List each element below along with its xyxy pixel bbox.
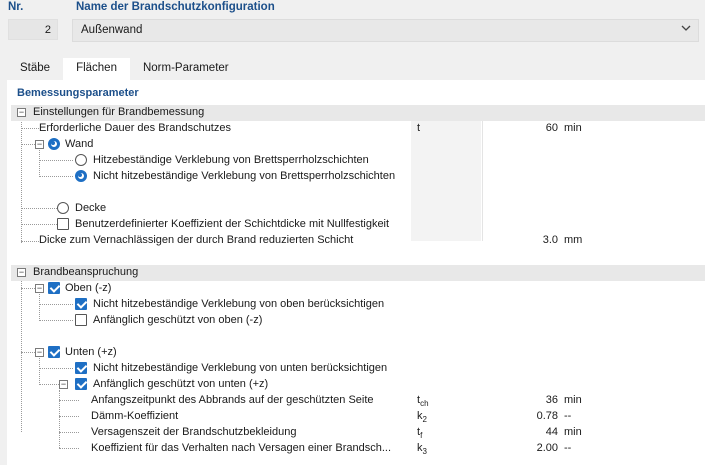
row-k2: Dämm-Koeffizient k2 0.78 --	[11, 409, 705, 425]
row-symbol: k2	[417, 410, 427, 425]
row-label: Dicke zum Vernachlässigen der durch Bran…	[39, 234, 354, 246]
group-label: Brandbeanspruchung	[33, 266, 139, 278]
tab-bar: Stäbe Flächen Norm-Parameter	[7, 58, 242, 80]
row-label: Unten (+z)	[65, 346, 117, 358]
row-label: Benutzerdefinierter Koeffizient der Schi…	[75, 218, 390, 230]
group-fire-exposure[interactable]: − Brandbeanspruchung	[11, 265, 705, 281]
tab-staebe[interactable]: Stäbe	[7, 58, 63, 80]
user-coef-checkbox[interactable]	[57, 218, 69, 230]
group-design-settings[interactable]: − Einstellungen für Brandbemessung	[11, 105, 705, 121]
row-unit: --	[564, 410, 572, 422]
tch-input[interactable]: 36	[481, 394, 558, 406]
collapse-toggle-icon[interactable]: −	[35, 140, 44, 149]
row-k3: Koeffizient für das Verhalten nach Versa…	[11, 441, 705, 457]
row-label: Wand	[65, 138, 94, 150]
wall-radio[interactable]	[48, 138, 60, 150]
row-label: Dämm-Koeffizient	[91, 410, 179, 422]
row-duration: Erforderliche Dauer des Brandschutzes t …	[11, 121, 705, 137]
chevron-down-icon	[681, 25, 691, 31]
ceiling-radio[interactable]	[57, 202, 69, 214]
duration-input[interactable]: 60	[481, 122, 558, 134]
row-label: Decke	[75, 202, 107, 214]
nr-field: 2	[8, 19, 58, 40]
design-parameters-panel: Bemessungsparameter − Einstellungen für …	[7, 80, 705, 465]
row-symbol: k3	[417, 442, 427, 457]
collapse-toggle-icon[interactable]: −	[35, 348, 44, 357]
row-non-heat-resistant: Nicht hitzebeständige Verklebung von Bre…	[11, 169, 705, 185]
row-label: Nicht hitzebeständige Verklebung von obe…	[93, 298, 385, 310]
non-heat-resistant-radio[interactable]	[75, 170, 87, 182]
row-tch: Anfangszeitpunkt des Abbrands auf der ge…	[11, 393, 705, 409]
nr-label: Nr.	[8, 1, 24, 13]
top-protected-checkbox[interactable]	[75, 314, 87, 326]
row-bottom-nonheat: Nicht hitzebeständige Verklebung von unt…	[11, 361, 705, 377]
bottom-protected-checkbox[interactable]	[75, 378, 87, 390]
top-checkbox[interactable]	[48, 282, 60, 294]
row-label: Hitzebeständige Verklebung von Brettsper…	[93, 154, 369, 166]
row-label: Nicht hitzebeständige Verklebung von Bre…	[93, 170, 396, 182]
collapse-toggle-icon[interactable]: −	[17, 268, 26, 277]
collapse-toggle-icon[interactable]: −	[59, 380, 68, 389]
row-symbol: t	[417, 122, 421, 134]
row-unit: mm	[564, 234, 583, 246]
row-symbol: tch	[417, 394, 429, 409]
tab-norm-parameter[interactable]: Norm-Parameter	[130, 58, 242, 80]
row-unit: --	[564, 442, 572, 454]
collapse-toggle-icon[interactable]: −	[35, 284, 44, 293]
bottom-nonheat-checkbox[interactable]	[75, 362, 87, 374]
tf-input[interactable]: 44	[481, 426, 558, 438]
row-label: Anfänglich geschützt von unten (+z)	[93, 378, 269, 390]
name-select[interactable]: Außenwand	[72, 19, 699, 42]
row-unit: min	[564, 122, 582, 134]
neglect-thickness-input[interactable]: 3.0	[481, 234, 558, 246]
top-nonheat-checkbox[interactable]	[75, 298, 87, 310]
k3-input[interactable]: 2.00	[481, 442, 558, 454]
row-wall: − Wand	[11, 137, 705, 153]
row-label: Oben (-z)	[65, 282, 112, 294]
heat-resistant-radio[interactable]	[75, 154, 87, 166]
row-top: − Oben (-z)	[11, 281, 705, 297]
row-neglect-thickness: Dicke zum Vernachlässigen der durch Bran…	[11, 233, 705, 249]
row-label: Anfänglich geschützt von oben (-z)	[93, 314, 263, 326]
row-tf: Versagenszeit der Brandschutzbekleidung …	[11, 425, 705, 441]
row-ceiling: Decke	[11, 201, 705, 217]
row-label: Versagenszeit der Brandschutzbekleidung	[91, 426, 297, 438]
row-label: Anfangszeitpunkt des Abbrands auf der ge…	[91, 394, 374, 406]
row-label: Koeffizient für das Verhalten nach Versa…	[91, 442, 392, 454]
row-unit: min	[564, 426, 582, 438]
name-value: Außenwand	[81, 24, 143, 36]
row-bottom: − Unten (+z)	[11, 345, 705, 361]
row-symbol: tf	[417, 426, 423, 441]
collapse-toggle-icon[interactable]: −	[17, 108, 26, 117]
row-label: Nicht hitzebeständige Verklebung von unt…	[93, 362, 388, 374]
row-heat-resistant: Hitzebeständige Verklebung von Brettsper…	[11, 153, 705, 169]
bottom-checkbox[interactable]	[48, 346, 60, 358]
tab-flaechen[interactable]: Flächen	[63, 58, 130, 80]
row-user-coef: Benutzerdefinierter Koeffizient der Schi…	[11, 217, 705, 233]
name-label: Name der Brandschutzkonfiguration	[76, 1, 275, 13]
row-top-protected: Anfänglich geschützt von oben (-z)	[11, 313, 705, 329]
k2-input[interactable]: 0.78	[481, 410, 558, 422]
section-title: Bemessungsparameter	[17, 87, 139, 99]
row-label: Erforderliche Dauer des Brandschutzes	[39, 122, 231, 134]
row-bottom-protected: − Anfänglich geschützt von unten (+z)	[11, 377, 705, 393]
row-top-nonheat: Nicht hitzebeständige Verklebung von obe…	[11, 297, 705, 313]
group-label: Einstellungen für Brandbemessung	[33, 106, 205, 118]
row-unit: min	[564, 394, 582, 406]
